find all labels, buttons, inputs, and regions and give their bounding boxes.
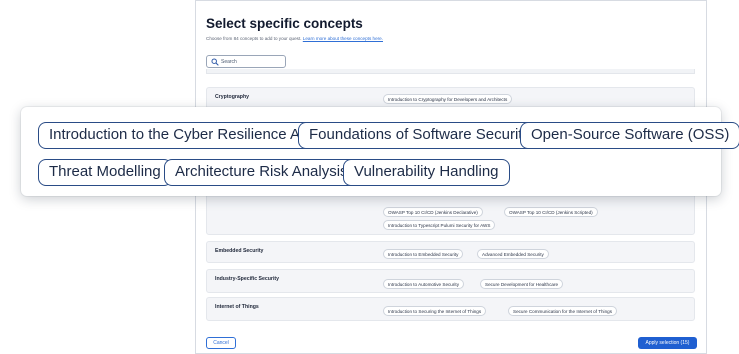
row-category-name: Embedded Security — [215, 248, 264, 254]
apply-selection-button[interactable]: Apply selection (15) — [638, 337, 697, 349]
concept-chip[interactable]: Introduction to Securing the Internet of… — [383, 306, 487, 316]
concept-chip[interactable]: Introduction to Cryptography for Develop… — [383, 94, 513, 104]
concept-row-iot[interactable]: Internet of Things Introduction to Secur… — [206, 297, 695, 321]
selected-concepts-popover: Introduction to the Cyber Resilience Act… — [21, 107, 739, 196]
concept-chip[interactable]: Introduction to Embedded Security — [383, 249, 464, 259]
selected-concept-chip[interactable]: Vulnerability Handling — [343, 159, 510, 186]
concept-chip[interactable]: Secure Development for Healthcare — [480, 279, 564, 289]
concept-chip[interactable]: Introduction to Typescript Pulumi Securi… — [383, 220, 496, 230]
selected-concept-chip[interactable]: Open-Source Software (OSS) — [520, 122, 739, 149]
search-input[interactable]: Search — [206, 55, 286, 68]
subtitle-text: Choose from 84 concepts to add to your q… — [206, 36, 302, 41]
cancel-button[interactable]: Cancel — [206, 337, 236, 349]
selected-concept-chip[interactable]: Foundations of Software Security — [298, 122, 541, 149]
concept-chip[interactable]: OWASP Top 10 CI/CD (Jenkins Scripted) — [504, 207, 598, 217]
row-category-name: Industry-Specific Security — [215, 276, 279, 282]
row-category-name: Cryptography — [215, 94, 250, 100]
concept-row-cryptography[interactable]: Cryptography Introduction to Cryptograph… — [206, 87, 695, 109]
concept-row-embedded-security[interactable]: Embedded Security Introduction to Embedd… — [206, 241, 695, 263]
concept-chip[interactable]: Introduction to Automotive Security — [383, 279, 464, 289]
dialog-title: Select specific concepts — [206, 16, 363, 31]
selected-concept-chip[interactable]: Architecture Risk Analysis — [164, 159, 359, 186]
scrolled-list-edge — [206, 69, 695, 74]
row-category-name: Internet of Things — [215, 304, 259, 310]
concept-row-industry-specific[interactable]: Industry-Specific Security Introduction … — [206, 269, 695, 293]
concept-chip[interactable]: Advanced Embedded Security — [477, 249, 549, 259]
dialog-subtitle: Choose from 84 concepts to add to your q… — [206, 36, 383, 41]
concept-chip[interactable]: OWASP Top 10 CI/CD (Jenkins Declarative) — [383, 207, 483, 217]
selected-concept-chip[interactable]: Threat Modelling — [38, 159, 172, 186]
selected-concept-chip[interactable]: Introduction to the Cyber Resilience Act — [38, 122, 323, 149]
concept-chip[interactable]: Secure Communication for the Internet of… — [508, 306, 617, 316]
search-placeholder: Search — [221, 59, 237, 65]
learn-more-link[interactable]: Learn more about these concepts here. — [303, 36, 383, 41]
search-icon — [211, 58, 219, 66]
